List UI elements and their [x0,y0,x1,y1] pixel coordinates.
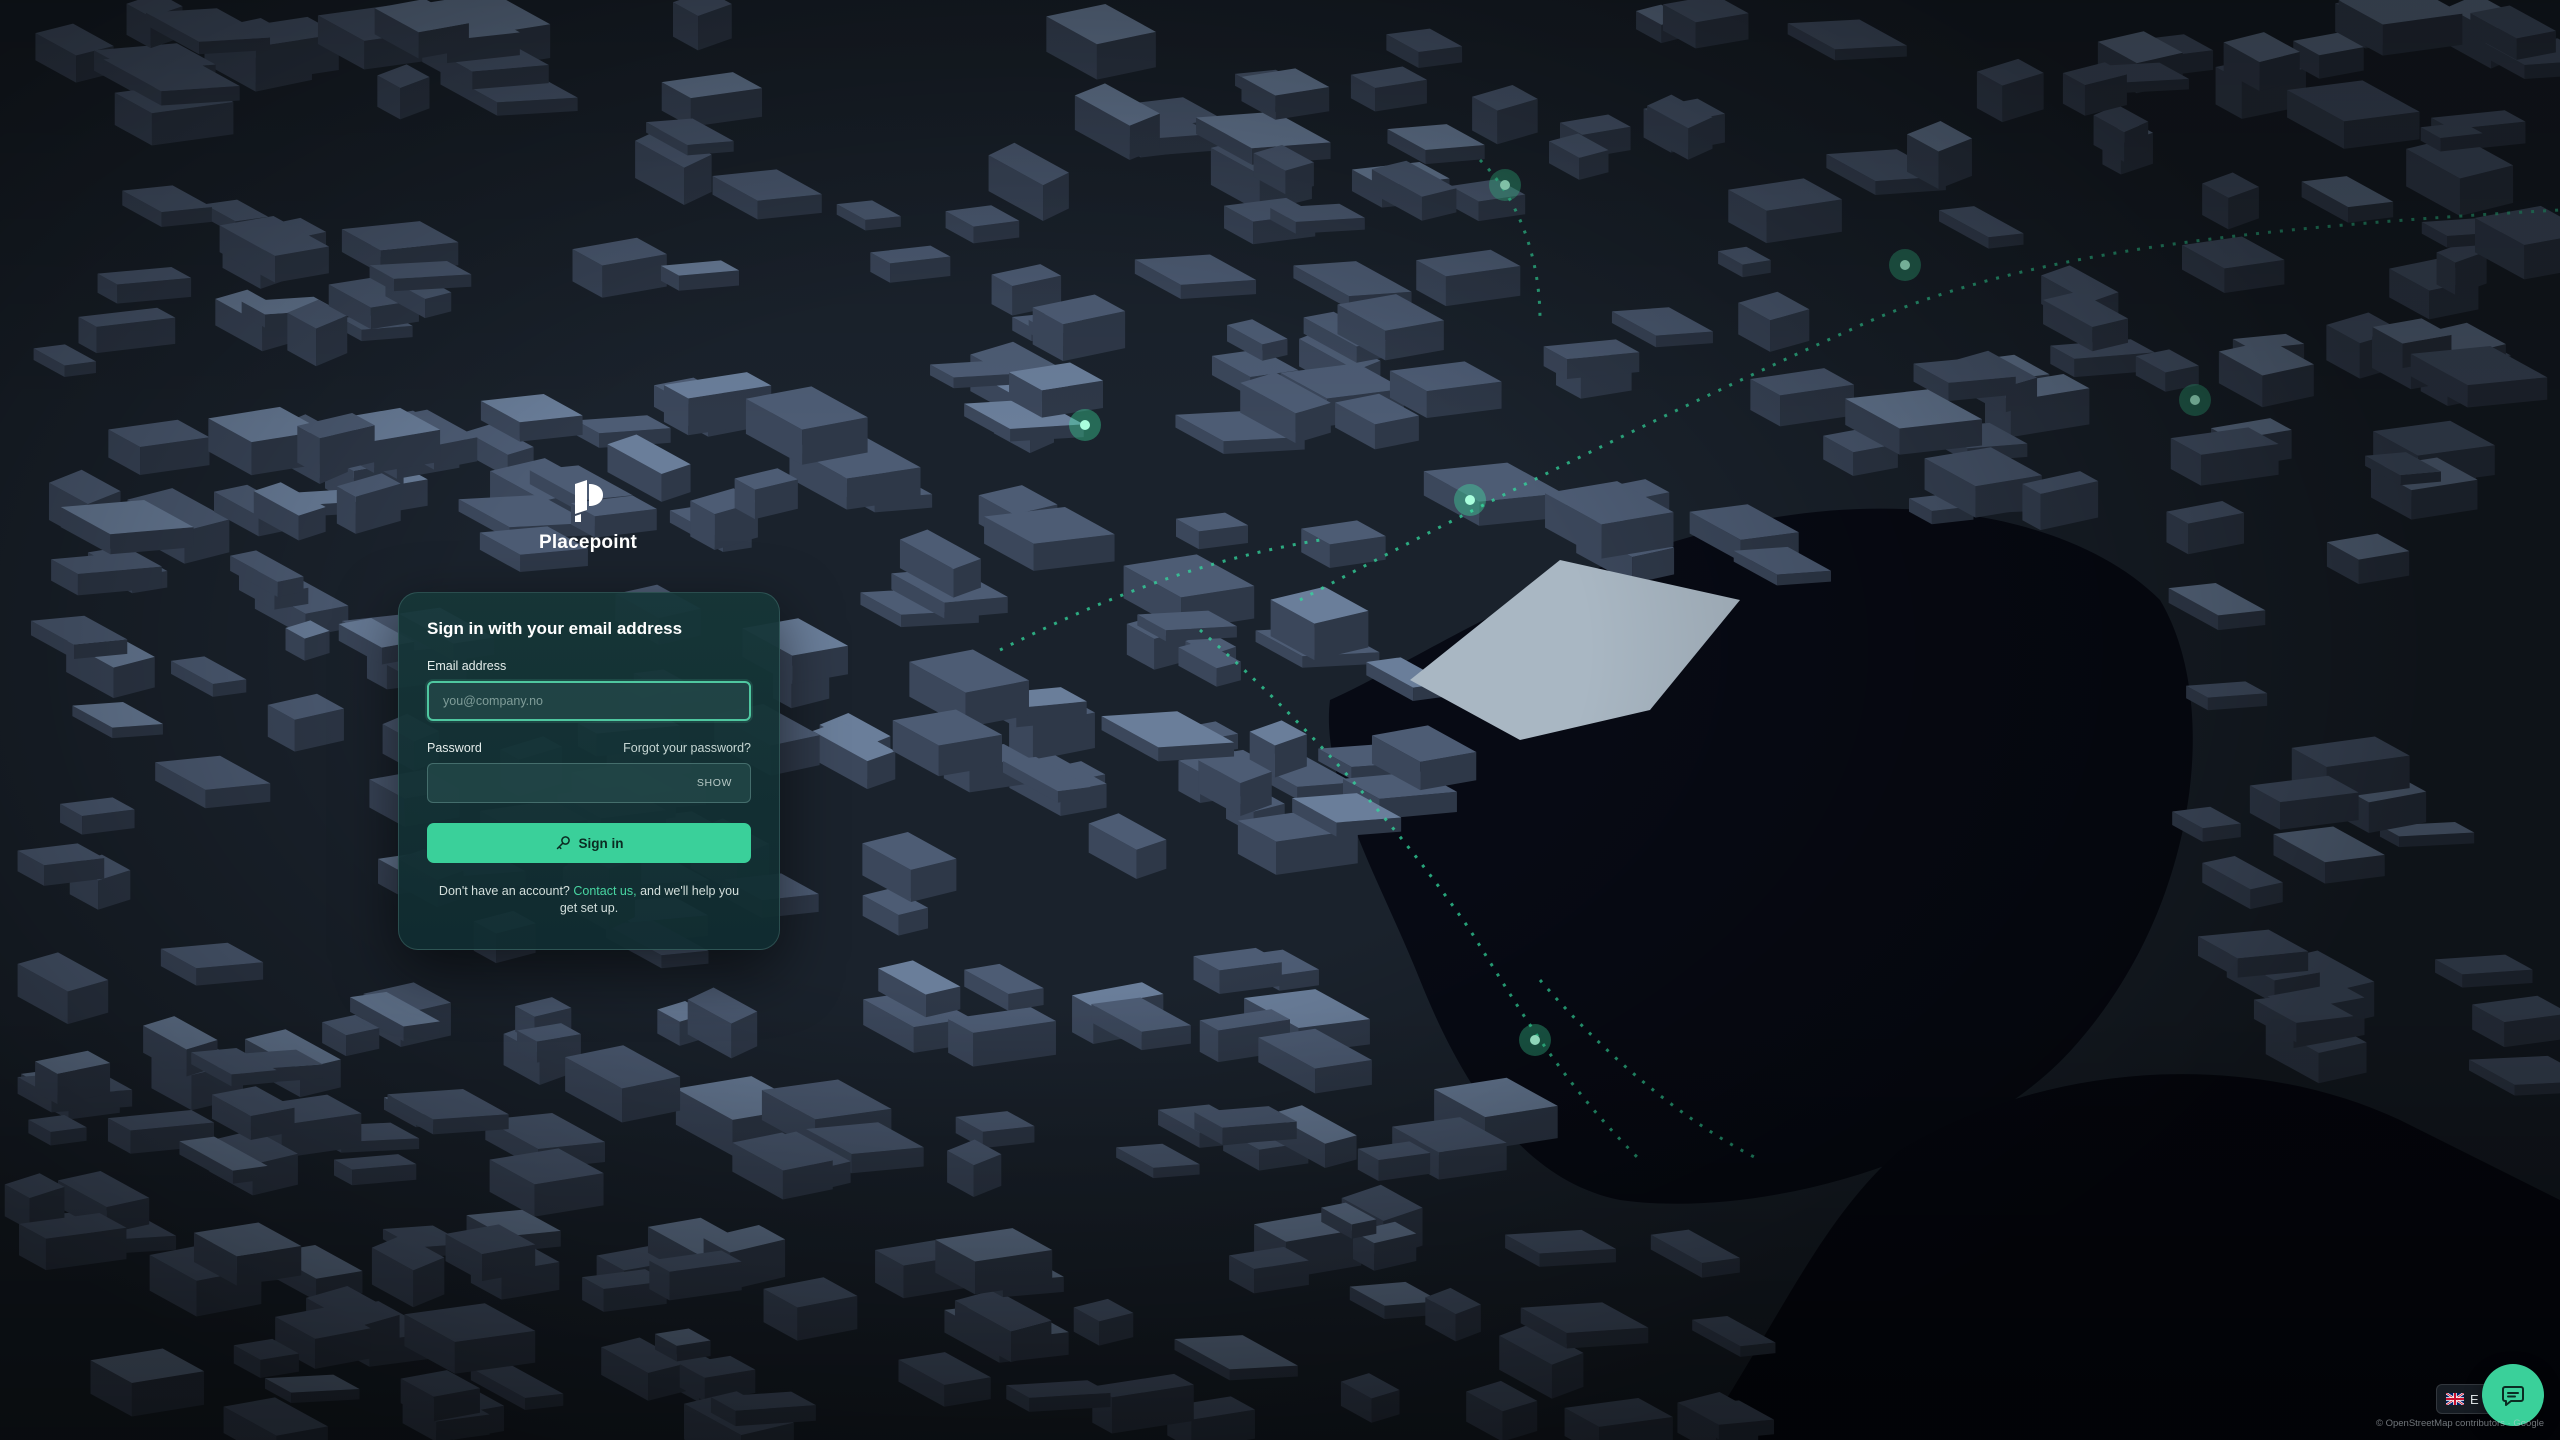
brand-header: Placepoint [538,480,638,554]
email-field[interactable] [441,693,737,709]
password-field[interactable] [440,775,691,791]
chat-bubble-icon [2502,1386,2524,1406]
email-field-wrapper [427,681,751,721]
show-password-button[interactable]: SHOW [691,776,738,790]
sign-in-button[interactable]: Sign in [427,823,751,863]
email-label-row: Email address [427,659,751,673]
signup-prefix: Don't have an account? [438,884,570,898]
chat-support-button[interactable] [2482,1364,2544,1426]
signup-note: Don't have an account? Contact us, and w… [427,883,751,917]
language-code: E [2470,1391,2479,1407]
password-label-row: Password Forgot your password? [427,741,751,755]
map-attribution: © OpenStreetMap contributors · Google [2375,1418,2544,1429]
brand-name: Placepoint [538,532,638,553]
email-label: Email address [427,659,507,673]
placepoint-logo-icon [575,480,603,522]
contact-us-link[interactable]: Contact us, [573,884,636,898]
password-label: Password [427,741,482,755]
key-icon [556,836,570,850]
uk-flag-icon [2446,1393,2464,1405]
city-map-render [0,0,2560,1440]
city-map-background [0,0,2560,1440]
login-page: Placepoint Sign in with your email addre… [0,0,2560,1440]
sign-in-label: Sign in [578,835,624,851]
password-field-wrapper: SHOW [427,763,751,803]
forgot-password-link[interactable]: Forgot your password? [623,741,751,755]
sign-in-card: Sign in with your email address Email ad… [398,592,780,950]
sign-in-heading: Sign in with your email address [427,619,683,638]
